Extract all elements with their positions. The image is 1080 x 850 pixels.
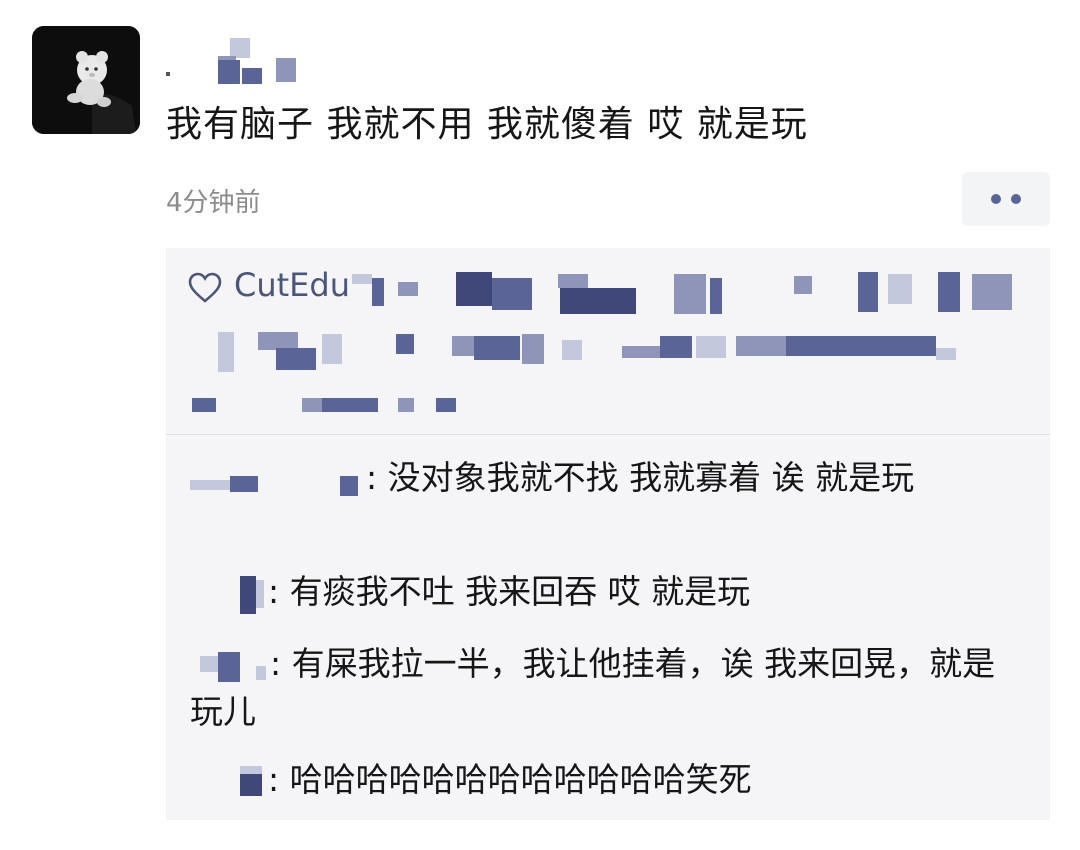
username-obscured[interactable] <box>166 38 336 84</box>
comment-separator: : <box>268 572 280 611</box>
comment-item[interactable]: : 有屎我拉一半，我让他挂着，诶 我来回晃，就是玩儿 <box>190 640 1020 736</box>
comment-author-obscured[interactable] <box>236 575 268 614</box>
panel-divider <box>166 434 1050 435</box>
post-timestamp: 4分钟前 <box>166 188 261 218</box>
interactions-panel: CutEdu: 没对象我就不找 我就寡着 诶 就是玩: 有痰我不吐 我来回吞… <box>166 248 1050 820</box>
comment-text: 哈哈哈哈哈哈哈哈哈哈哈哈笑死 <box>289 760 752 799</box>
comment-separator: : <box>268 760 280 799</box>
comment-item[interactable]: : 没对象我就不找 我就寡着 诶 就是玩 <box>190 454 1010 502</box>
comment-item[interactable]: : 哈哈哈哈哈哈哈哈哈哈哈哈笑死 <box>236 756 1036 804</box>
comment-separator: : <box>270 644 282 683</box>
comment-separator: : <box>366 458 378 497</box>
comment-text: 有痰我不吐 我来回吞 哎 就是玩 <box>289 572 751 611</box>
comment-item[interactable]: : 有痰我不吐 我来回吞 哎 就是玩 <box>236 568 1036 616</box>
moments-post: 我有脑子 我就不用 我就傻着 哎 就是玩 4分钟前 CutEdu: 没对象我就… <box>0 0 1080 850</box>
likes-row: CutEdu <box>166 248 1050 434</box>
comment-author-obscured[interactable] <box>190 462 366 498</box>
more-dots-icon-dot <box>1011 194 1021 204</box>
comment-author-obscured[interactable] <box>236 764 268 800</box>
user-avatar[interactable] <box>32 26 140 134</box>
comment-text: 有屎我拉一半，我让他挂着，诶 我来回晃，就是玩儿 <box>190 644 996 731</box>
more-dots-icon <box>991 194 1001 204</box>
comment-author-obscured[interactable] <box>190 648 270 684</box>
post-text: 我有脑子 我就不用 我就傻着 哎 就是玩 <box>166 104 808 145</box>
comment-text: 没对象我就不找 我就寡着 诶 就是玩 <box>387 458 915 497</box>
teddy-bear-avatar-icon <box>32 26 140 134</box>
more-options-button[interactable] <box>962 172 1050 226</box>
liker-names-obscured[interactable] <box>166 248 1050 434</box>
